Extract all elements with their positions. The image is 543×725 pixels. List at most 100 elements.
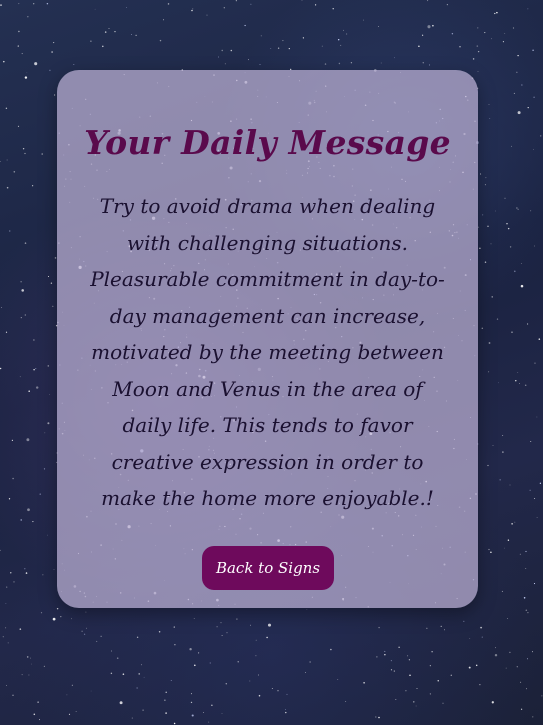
star xyxy=(43,665,46,668)
star xyxy=(32,521,34,523)
star xyxy=(494,12,496,15)
star xyxy=(482,214,484,216)
star xyxy=(267,623,272,627)
star xyxy=(491,38,492,40)
star xyxy=(191,714,194,717)
star xyxy=(68,713,71,716)
star xyxy=(71,684,73,686)
star xyxy=(340,44,342,46)
star xyxy=(159,39,162,42)
star xyxy=(73,63,75,66)
star xyxy=(346,33,348,35)
star xyxy=(277,47,280,49)
star xyxy=(350,62,353,64)
star xyxy=(532,49,534,51)
star xyxy=(286,693,288,695)
star xyxy=(19,376,21,378)
star xyxy=(26,438,30,442)
star xyxy=(6,685,7,686)
star xyxy=(530,210,532,212)
star xyxy=(531,651,533,653)
star xyxy=(481,327,484,330)
star xyxy=(250,3,252,5)
star xyxy=(490,243,492,245)
star xyxy=(31,185,34,187)
star xyxy=(53,42,55,44)
star xyxy=(479,247,481,250)
star xyxy=(541,695,543,697)
star xyxy=(511,523,513,525)
star xyxy=(136,636,139,638)
star xyxy=(432,24,434,27)
star xyxy=(24,314,26,316)
star xyxy=(11,439,13,441)
star xyxy=(189,648,192,651)
star xyxy=(504,33,506,34)
star xyxy=(165,691,167,694)
star xyxy=(221,49,223,52)
star xyxy=(10,572,12,574)
star xyxy=(516,666,518,668)
star xyxy=(501,590,503,592)
star xyxy=(244,24,246,27)
star xyxy=(525,550,527,553)
star xyxy=(529,489,531,491)
star xyxy=(440,625,442,627)
star xyxy=(47,534,48,536)
star xyxy=(426,627,428,629)
star xyxy=(527,8,529,10)
star xyxy=(17,125,20,127)
star xyxy=(509,484,511,486)
star xyxy=(306,609,308,610)
star xyxy=(480,173,482,175)
back-to-signs-button[interactable]: Back to Signs xyxy=(202,546,334,590)
star xyxy=(517,111,521,115)
star xyxy=(221,713,223,714)
star xyxy=(33,713,36,716)
star xyxy=(487,464,489,467)
star xyxy=(407,655,409,657)
star xyxy=(218,56,219,58)
star xyxy=(478,226,480,228)
star xyxy=(488,371,490,373)
star xyxy=(21,53,23,55)
star xyxy=(488,104,490,105)
star xyxy=(504,197,506,199)
star xyxy=(324,63,327,65)
star xyxy=(342,29,344,31)
star xyxy=(138,673,140,675)
star xyxy=(0,367,2,370)
star xyxy=(520,284,524,288)
star xyxy=(393,670,395,672)
star xyxy=(13,171,16,173)
star xyxy=(35,386,39,389)
star xyxy=(429,693,432,695)
star xyxy=(38,719,41,721)
star xyxy=(309,661,311,663)
star xyxy=(49,394,50,395)
star xyxy=(485,177,487,179)
star xyxy=(338,62,341,65)
star xyxy=(314,4,317,6)
star xyxy=(495,647,496,649)
star xyxy=(131,717,133,719)
star xyxy=(221,634,223,637)
star xyxy=(167,3,170,5)
star xyxy=(47,275,50,278)
star xyxy=(444,629,445,631)
star xyxy=(24,568,26,570)
star xyxy=(442,702,444,704)
star xyxy=(499,479,501,481)
star xyxy=(409,674,411,677)
star xyxy=(416,687,418,689)
star xyxy=(513,92,515,94)
star xyxy=(285,708,287,710)
star xyxy=(521,84,523,86)
star xyxy=(515,380,517,382)
star xyxy=(193,618,195,619)
star xyxy=(100,635,102,637)
star xyxy=(484,32,486,34)
star xyxy=(477,70,479,72)
star xyxy=(94,8,96,10)
star xyxy=(54,94,56,96)
